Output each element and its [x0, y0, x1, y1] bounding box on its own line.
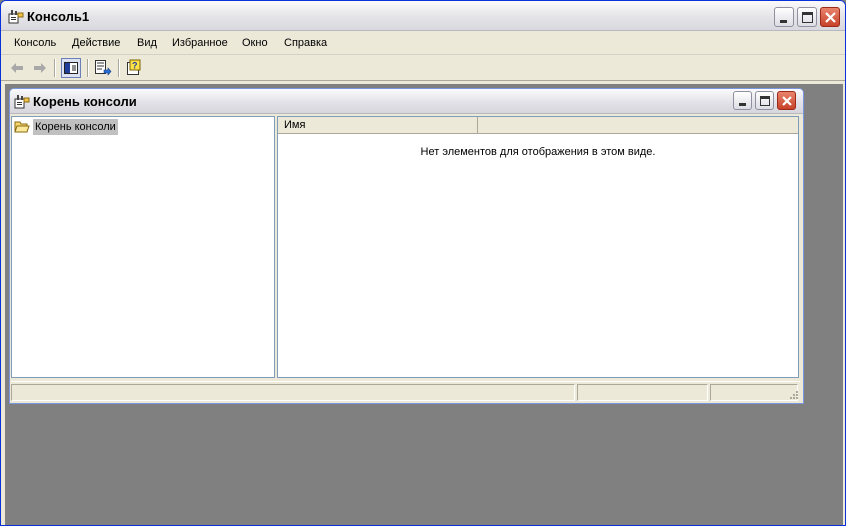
- help-icon: ?: [127, 59, 141, 75]
- forward-button[interactable]: [30, 58, 50, 78]
- minimize-button[interactable]: [774, 7, 794, 27]
- child-maximize-button[interactable]: [755, 91, 774, 110]
- status-pane-2: [577, 384, 708, 401]
- maximize-icon: [802, 12, 813, 23]
- show-hide-tree-icon: [64, 62, 78, 74]
- svg-text:?: ?: [132, 61, 138, 71]
- toolbar-separator: [87, 59, 89, 77]
- menu-action[interactable]: Действие: [72, 37, 120, 49]
- help-button[interactable]: ?: [124, 58, 144, 78]
- close-button[interactable]: [820, 7, 840, 27]
- list-header: Имя: [278, 117, 798, 134]
- child-minimize-button[interactable]: [733, 91, 752, 110]
- column-header-empty[interactable]: [478, 117, 798, 133]
- status-pane-main: [11, 384, 575, 401]
- mmc-console-icon: [14, 95, 30, 109]
- resize-grip-icon[interactable]: [787, 388, 799, 400]
- child-title: Корень консоли: [33, 94, 137, 109]
- show-hide-tree-button[interactable]: [61, 58, 81, 78]
- toolbar-separator: [54, 59, 56, 77]
- maximize-button[interactable]: [797, 7, 817, 27]
- tree-pane[interactable]: Корень консоли: [11, 116, 275, 378]
- close-icon: [782, 96, 792, 106]
- child-close-button[interactable]: [777, 91, 796, 110]
- empty-list-message: Нет элементов для отображения в этом вид…: [420, 146, 656, 158]
- back-arrow-icon: [11, 63, 23, 73]
- minimize-icon: [739, 103, 746, 106]
- console-title-bar[interactable]: Консоль1: [1, 1, 845, 31]
- list-pane[interactable]: Имя Нет элементов для отображения в этом…: [277, 116, 799, 378]
- export-list-icon: [95, 60, 112, 76]
- column-header-name[interactable]: Имя: [278, 117, 478, 133]
- console-root-window: Корень консоли Корень консоли Имя Нет эл…: [9, 88, 804, 404]
- back-button[interactable]: [7, 58, 27, 78]
- menu-bar: Консоль Действие Вид Избранное Окно Спра…: [1, 32, 845, 55]
- console-window: Консоль1 Консоль Действие Вид Избранное …: [0, 0, 846, 526]
- maximize-icon: [760, 96, 770, 106]
- folder-open-icon: [14, 121, 30, 133]
- toolbar: ?: [1, 56, 845, 81]
- status-pane-3: [710, 384, 798, 401]
- mmc-console-icon: [8, 10, 24, 24]
- close-icon: [825, 12, 836, 23]
- menu-console[interactable]: Консоль: [14, 37, 56, 49]
- console-title: Консоль1: [27, 9, 90, 24]
- menu-favorites[interactable]: Избранное: [172, 37, 228, 49]
- forward-arrow-icon: [34, 63, 46, 73]
- minimize-icon: [780, 20, 787, 23]
- menu-view[interactable]: Вид: [137, 37, 157, 49]
- menu-window[interactable]: Окно: [242, 37, 268, 49]
- tree-item-label: Корень консоли: [33, 119, 118, 135]
- mdi-client-area: Корень консоли Корень консоли Имя Нет эл…: [5, 84, 843, 525]
- menu-help[interactable]: Справка: [284, 37, 327, 49]
- export-list-button[interactable]: [93, 58, 113, 78]
- status-bar: [11, 381, 800, 401]
- toolbar-separator: [118, 59, 120, 77]
- child-title-bar[interactable]: Корень консоли: [10, 89, 803, 114]
